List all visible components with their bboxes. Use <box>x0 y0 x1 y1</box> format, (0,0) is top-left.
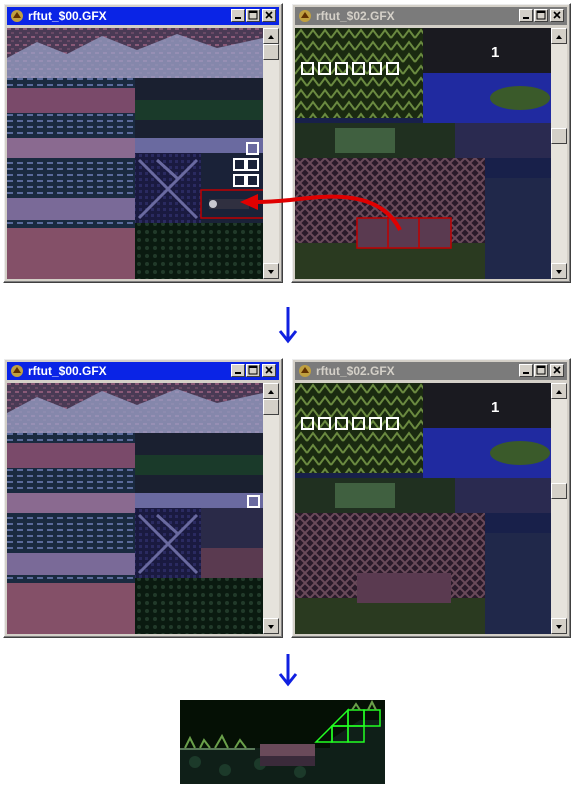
window-app-icon <box>299 365 311 377</box>
scroll-up-button[interactable] <box>551 28 567 44</box>
scroll-thumb[interactable] <box>263 399 279 415</box>
close-button[interactable] <box>550 364 564 377</box>
scroll-thumb[interactable] <box>551 483 567 499</box>
scroll-up-button[interactable] <box>551 383 567 399</box>
title-bar[interactable]: rftut_$00.GFX <box>7 362 279 380</box>
tile-number-label: 1 <box>491 44 500 61</box>
scroll-down-button[interactable] <box>263 263 279 279</box>
maximize-button[interactable] <box>246 364 260 377</box>
red-curved-arrow-icon <box>240 194 402 231</box>
scroll-down-button[interactable] <box>551 263 567 279</box>
scroll-down-button[interactable] <box>551 618 567 634</box>
tile-canvas[interactable] <box>7 383 263 634</box>
down-arrow-icon <box>278 654 298 687</box>
tile-number-label: 1 <box>491 399 500 416</box>
minimize-button[interactable] <box>519 9 533 22</box>
tile-outline-group <box>301 417 401 437</box>
tile-canvas[interactable]: 1 <box>295 383 551 634</box>
minimize-button[interactable] <box>231 364 245 377</box>
scroll-down-button[interactable] <box>263 618 279 634</box>
maximize-button[interactable] <box>534 364 548 377</box>
gfx-window-00-bottom[interactable]: rftut_$00.GFX <box>3 358 283 638</box>
vertical-scrollbar[interactable] <box>551 383 567 634</box>
down-arrow-icon <box>278 307 298 344</box>
tile-outline-group <box>247 495 263 515</box>
scroll-up-button[interactable] <box>263 383 279 399</box>
close-button[interactable] <box>550 9 564 22</box>
window-title: rftut_$00.GFX <box>28 364 107 378</box>
level-preview <box>180 700 385 784</box>
vertical-scrollbar[interactable] <box>263 383 279 634</box>
scroll-thumb[interactable] <box>551 128 567 144</box>
gfx-window-02-bottom[interactable]: rftut_$02.GFX 1 <box>291 358 571 638</box>
title-bar[interactable]: rftut_$02.GFX <box>295 362 567 380</box>
window-app-icon <box>11 365 23 377</box>
close-button[interactable] <box>262 364 276 377</box>
minimize-button[interactable] <box>519 364 533 377</box>
maximize-button[interactable] <box>534 9 548 22</box>
vertical-scrollbar[interactable] <box>551 28 567 279</box>
window-title: rftut_$02.GFX <box>316 364 395 378</box>
